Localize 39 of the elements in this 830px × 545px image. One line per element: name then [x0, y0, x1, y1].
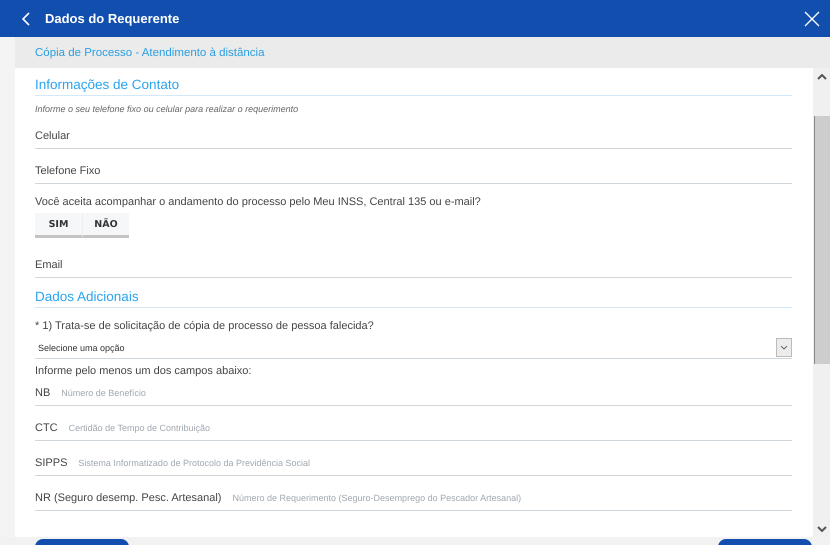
footer-button[interactable] [35, 539, 129, 545]
input-placeholder[interactable]: Certidão de Tempo de Contribuição [68, 423, 792, 433]
input-field[interactable]: Celular [35, 125, 792, 149]
hint-text: Informe o seu telefone fixo ou celular para realizar o requerimento [35, 104, 300, 114]
toggle-button[interactable]: SIM [35, 213, 82, 238]
chevron-down-icon[interactable] [780, 345, 788, 350]
select-field[interactable]: Selecione uma opção [35, 337, 792, 359]
scroll-down-icon[interactable] [816, 526, 826, 532]
input-field[interactable]: NB Número de Benefício [35, 382, 792, 406]
field-label: Celular [35, 130, 70, 142]
back-icon[interactable] [22, 12, 30, 26]
footer-button[interactable] [718, 539, 812, 545]
input-field[interactable]: Telefone Fixo [35, 160, 792, 184]
field-label: NB [35, 387, 50, 399]
select-value: Selecione uma opção [37, 342, 125, 352]
field-label: SIPPS [35, 457, 68, 469]
field-label: CTC [35, 422, 58, 434]
field-label: NR (Seguro desemp. Pesc. Artesanal) [35, 492, 222, 504]
dropdown-button[interactable] [776, 338, 792, 357]
toggle-button[interactable]: NÃO [82, 213, 129, 238]
input-field[interactable]: Email [35, 254, 792, 278]
section-title: Informações de Contato [35, 77, 792, 96]
window-title: Dados do Requerente [45, 11, 180, 26]
question-text: Informe pelo menos um dos campos abaixo: [35, 365, 252, 377]
scroll-thumb[interactable] [814, 116, 830, 364]
field-label: Email [35, 259, 63, 271]
input-field[interactable]: SIPPS Sistema Informatizado de Protocolo da Previdência Social [35, 452, 792, 476]
subtitle: Cópia de Processo - Atendimento à distância [35, 46, 264, 58]
input-field[interactable]: CTC Certidão de Tempo de Contribuição [35, 417, 792, 441]
question-text: * 1) Trata-se de solicitação de cópia de processo de pessoa falecida? [35, 320, 375, 332]
scroll-up-icon[interactable] [816, 74, 826, 80]
field-label: Telefone Fixo [35, 165, 100, 177]
close-icon[interactable] [804, 10, 820, 26]
input-field[interactable]: NR (Seguro desemp. Pesc. Artesanal) Número de Requerimento (Seguro-Desemprego do Pescador Artesanal) [35, 487, 792, 511]
section-title: Dados Adicionais [35, 289, 792, 308]
question-text: Você aceita acompanhar o andamento do processo pelo Meu INSS, Central 135 ou e-mail? [35, 196, 482, 208]
input-placeholder[interactable]: Sistema Informatizado de Protocolo da Previdência Social [78, 458, 792, 468]
input-placeholder[interactable]: Número de Requerimento (Seguro-Desemprego do Pescador Artesanal) [232, 493, 792, 503]
input-placeholder[interactable]: Número de Benefício [61, 388, 792, 398]
